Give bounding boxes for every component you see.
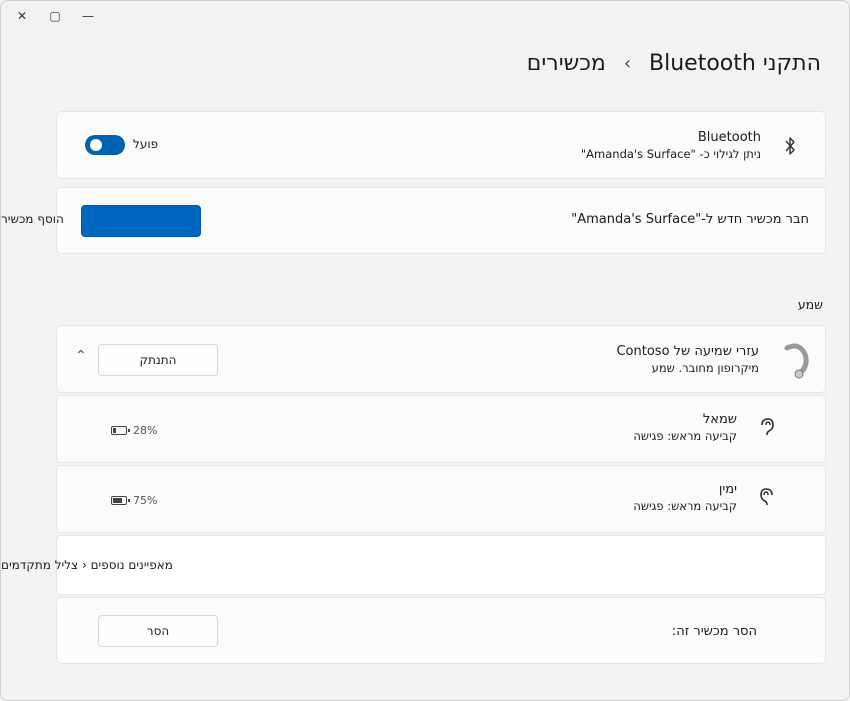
add-device-card: חבר מכשיר חדש ל-"Amanda's Surface" — [56, 187, 826, 254]
chevron-right-icon: › — [623, 52, 632, 74]
hearing-device-card: עזרי שמיעה של Contoso מיקרופון מחובר. שמ… — [56, 325, 826, 393]
hearing-device-text: עזרי שמיעה של Contoso מיקרופון מחובר. שמ… — [616, 344, 759, 375]
advanced-audio-link[interactable]: מאפיינים נוספים ‹ צליל מתקדמים — [1, 558, 173, 572]
right-ear-row: ימין קביעה מראש: פגישה 75% — [56, 465, 826, 533]
hearing-device-status: מיקרופון מחובר. שמע — [651, 361, 759, 375]
add-device-label: חבר מכשיר חדש ל-"Amanda's Surface" — [571, 212, 809, 227]
bluetooth-icon — [785, 137, 795, 155]
section-audio-heading: שמע — [797, 297, 823, 312]
remove-device-label: הסר מכשיר זה: — [671, 624, 757, 639]
right-ear-text: ימין קביעה מראש: פגישה — [633, 482, 737, 513]
hearing-aid-icon — [784, 343, 809, 379]
settings-window: ✕ ▢ — התקני Bluetooth › מכשירים Bluetoot… — [0, 0, 850, 701]
right-battery: 75% — [111, 494, 157, 507]
page-title: מכשירים — [526, 50, 606, 76]
remove-button[interactable]: הסר — [98, 615, 218, 647]
bluetooth-toggle[interactable] — [85, 135, 125, 155]
toggle-label: פועל — [133, 137, 159, 151]
disconnect-button[interactable]: התנתק — [98, 344, 218, 376]
close-icon[interactable]: ✕ — [7, 5, 37, 27]
breadcrumb: התקני Bluetooth › מכשירים — [401, 43, 821, 83]
right-ear-name: ימין — [718, 482, 737, 497]
left-battery: 28% — [111, 424, 157, 437]
left-ear-row: שמאל קביעה מראש: פגישה 28% — [56, 395, 826, 463]
ear-icon — [759, 418, 775, 440]
right-battery-percent: 75% — [133, 494, 158, 507]
battery-icon — [111, 426, 130, 435]
minimize-icon[interactable]: — — [73, 5, 103, 27]
left-ear-text: שמאל קביעה מראש: פגישה — [633, 412, 737, 443]
breadcrumb-parent[interactable]: התקני Bluetooth — [649, 51, 821, 76]
add-device-button-label: הוסף מכשיר — [1, 212, 64, 226]
right-ear-preset: קביעה מראש: פגישה — [633, 499, 737, 513]
bluetooth-title: Bluetooth — [697, 130, 761, 145]
chevron-up-icon[interactable]: ⌃ — [75, 348, 87, 364]
add-device-button[interactable] — [81, 205, 201, 237]
hearing-device-name: עזרי שמיעה של Contoso — [616, 344, 759, 359]
bluetooth-card: Bluetooth ניתן לגילוי כ- "Amanda's Surfa… — [56, 111, 826, 179]
remove-device-row: הסר מכשיר זה: הסר — [56, 597, 826, 664]
bluetooth-subtitle: ניתן לגילוי כ- "Amanda's Surface" — [580, 147, 761, 161]
maximize-icon[interactable]: ▢ — [40, 5, 70, 27]
ear-icon — [759, 488, 775, 510]
left-battery-percent: 28% — [133, 424, 158, 437]
left-ear-name: שמאל — [702, 412, 737, 427]
battery-icon — [111, 496, 130, 505]
left-ear-preset: קביעה מראש: פגישה — [633, 429, 737, 443]
bluetooth-text: Bluetooth ניתן לגילוי כ- "Amanda's Surfa… — [581, 130, 761, 161]
